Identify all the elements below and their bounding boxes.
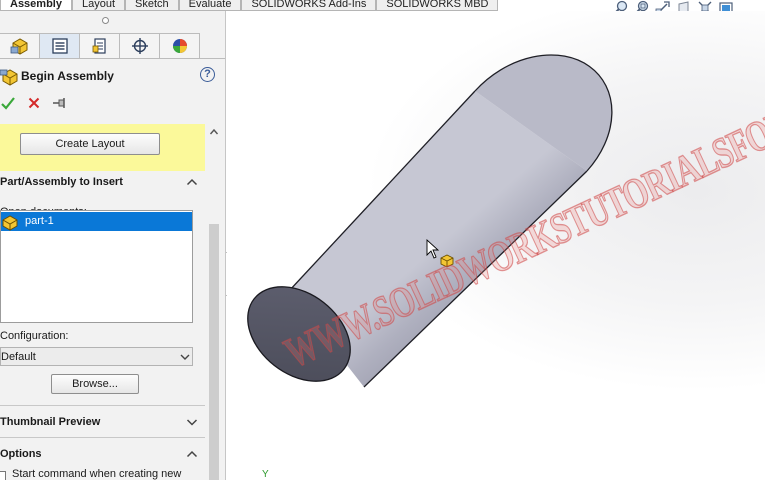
tab-solidworks-add-ins[interactable]: SOLIDWORKS Add-Ins [241,0,377,11]
configuration-label: Configuration: [0,330,69,342]
document-name: part-1 [25,215,54,227]
scroll-thumb[interactable] [209,224,219,480]
create-layout-button[interactable]: Create Layout [20,133,160,155]
checkmark-icon [1,97,15,110]
dimxpert-manager-icon [131,38,148,54]
configuration-value: Default [1,351,36,363]
start-command-checkbox[interactable] [0,471,6,480]
configuration-select[interactable]: Default [0,347,193,366]
property-manager-header: Begin Assembly ? [0,66,225,88]
tab-solidworks-mbd[interactable]: SOLIDWORKS MBD [376,0,499,11]
graphics-area[interactable]: WWW.SOLIDWORKSTUTORIALSFORBEGINNERS.COM … [227,11,765,480]
manager-tab-strip [0,33,200,59]
tab-assembly[interactable]: Assembly [0,0,72,11]
message-box: Create Layout [0,124,205,171]
keep-visible-button[interactable] [52,95,68,111]
options-group-header[interactable]: Options [0,445,205,465]
part-assembly-group-title: Part/Assembly to Insert [0,176,123,188]
browse-button[interactable]: Browse... [51,374,139,394]
group-divider [0,437,205,438]
tab-evaluate[interactable]: Evaluate [178,0,242,11]
dimxpert-manager-tab[interactable] [120,33,160,59]
list-item[interactable]: part-1 [1,212,192,231]
manager-tab-divider [0,58,225,59]
part-assembly-group-header[interactable]: Part/Assembly to Insert [0,173,205,193]
chevron-up-icon [186,450,198,458]
configuration-manager-tab[interactable] [80,33,120,59]
chevron-down-icon [180,354,190,360]
chevron-up-icon [186,178,198,186]
thumbnail-preview-group-title: Thumbnail Preview [0,416,101,428]
feature-manager-icon [10,38,27,55]
close-icon [28,97,40,109]
triad-y-axis-label: Y [262,469,269,480]
start-command-option[interactable]: Start command when creating new [0,468,205,480]
display-manager-icon [172,39,187,53]
feature-manager-tab[interactable] [0,33,40,59]
tab-sketch[interactable]: Sketch [125,0,179,11]
part-icon [2,215,18,231]
property-manager-actions [0,95,68,111]
options-group-title: Options [0,448,42,460]
open-documents-list[interactable]: part-1 [0,210,193,323]
panel-resize-grip[interactable] [102,17,109,24]
property-manager-panel: Begin Assembly ? Create Layout Part/Asse… [0,11,226,480]
panel-scrollbar[interactable] [207,124,221,480]
group-divider [0,405,205,406]
display-manager-tab[interactable] [160,33,200,59]
tab-layout[interactable]: Layout [71,0,126,11]
property-manager-title: Begin Assembly [21,69,114,83]
property-manager-icon [51,38,68,54]
chevron-down-icon [186,419,198,426]
configuration-manager-icon [92,38,106,54]
thumbnail-preview-group-header[interactable]: Thumbnail Preview [0,413,205,433]
scroll-up-arrow[interactable] [207,127,221,139]
start-command-label: Start command when creating new [12,468,182,480]
help-icon[interactable]: ? [200,67,215,82]
pushpin-icon [53,98,65,108]
cancel-button[interactable] [26,95,42,111]
property-manager-tab[interactable] [40,33,80,59]
command-manager-tabs: Assembly Layout Sketch Evaluate SOLIDWOR… [0,0,499,11]
begin-assembly-icon [0,69,18,86]
ok-button[interactable] [0,95,16,111]
chevron-up-icon [209,128,219,135]
